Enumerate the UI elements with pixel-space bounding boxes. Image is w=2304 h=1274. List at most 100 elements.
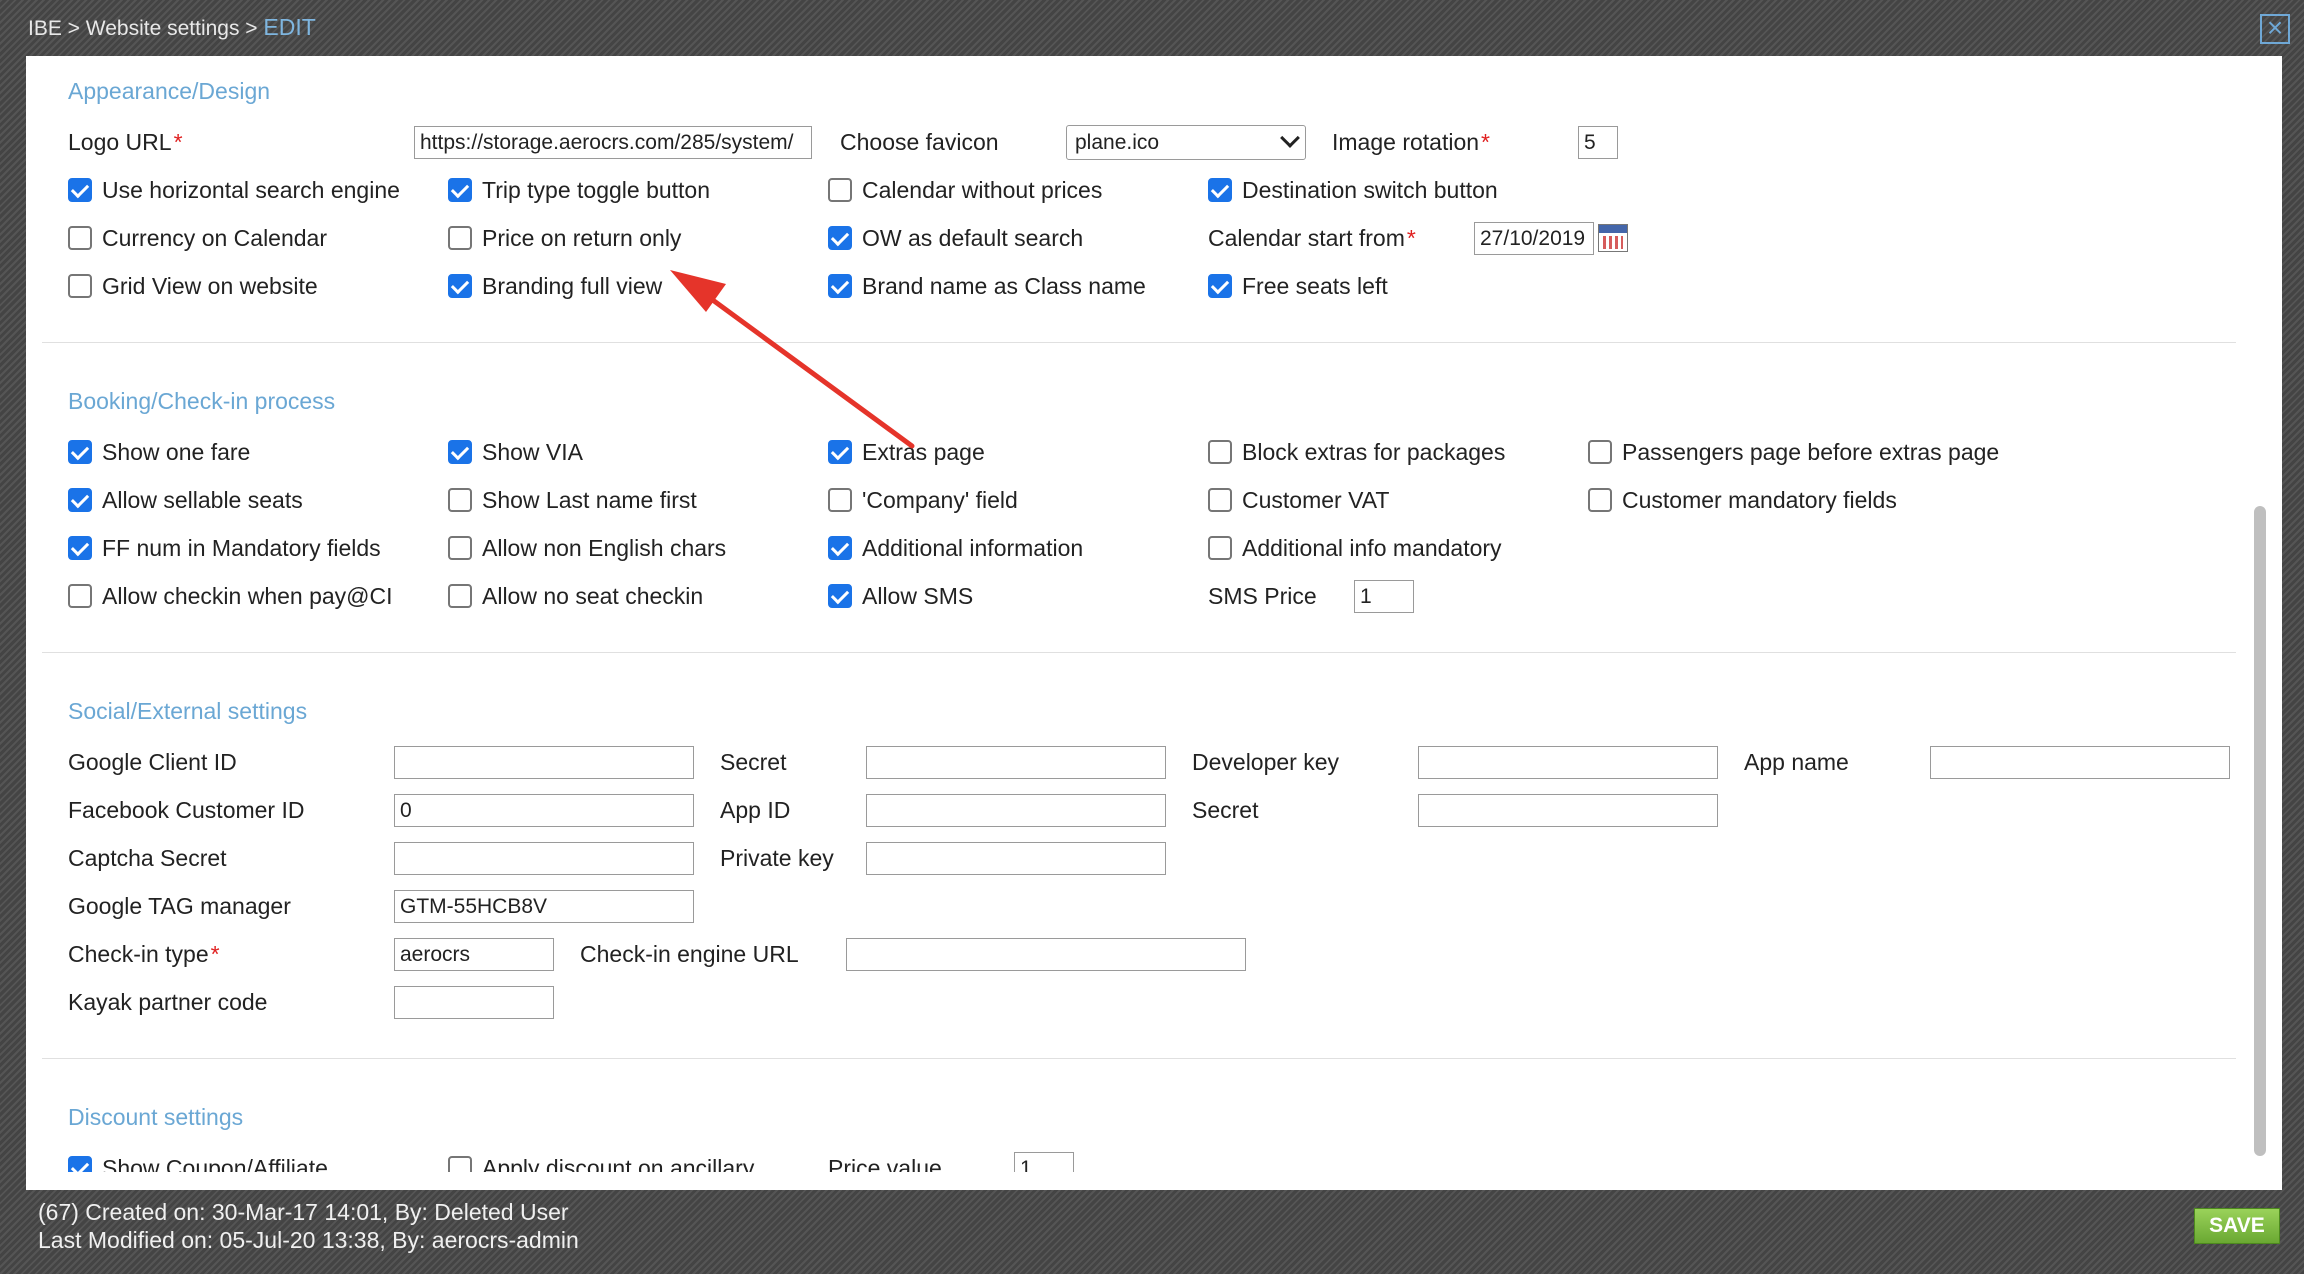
checkbox-allow-no-seat-checkin[interactable]: Allow no seat checkin [448, 576, 703, 616]
checkbox-box[interactable] [828, 584, 852, 608]
checkbox-box[interactable] [68, 178, 92, 202]
checkbox-trip-type-toggle[interactable]: Trip type toggle button [448, 170, 710, 210]
checkbox-box[interactable] [448, 274, 472, 298]
google-client-id-label: Google Client ID [68, 748, 237, 775]
booking-row-2: Allow sellable seats Show Last name firs… [26, 480, 2246, 520]
checkbox-customer-mandatory-fields[interactable]: Customer mandatory fields [1588, 480, 1897, 520]
checkbox-show-one-fare[interactable]: Show one fare [68, 432, 250, 472]
facebook-customer-id-input[interactable]: 0 [394, 794, 694, 827]
checkbox-destination-switch[interactable]: Destination switch button [1208, 170, 1498, 210]
app-name-input[interactable] [1930, 746, 2230, 779]
booking-row-4: Allow checkin when pay@CI Allow no seat … [26, 576, 2246, 616]
checkbox-extras-page[interactable]: Extras page [828, 432, 985, 472]
checkbox-box[interactable] [448, 226, 472, 250]
checkbox-ow-default-search[interactable]: OW as default search [828, 218, 1083, 258]
checkbox-box[interactable] [448, 488, 472, 512]
checkbox-box[interactable] [828, 536, 852, 560]
checkbox-box[interactable] [448, 178, 472, 202]
checkbox-allow-checkin-pay-ci[interactable]: Allow checkin when pay@CI [68, 576, 393, 616]
checkbox-box[interactable] [1208, 178, 1232, 202]
scrollbar-thumb[interactable] [2254, 506, 2266, 1156]
checkbox-passengers-before-extras[interactable]: Passengers page before extras page [1588, 432, 1999, 472]
checkbox-box[interactable] [68, 440, 92, 464]
sms-price-label: SMS Price [1208, 582, 1317, 609]
fb-secret-input[interactable] [1418, 794, 1718, 827]
checkbox-currency-on-calendar[interactable]: Currency on Calendar [68, 218, 327, 258]
app-name-label: App name [1744, 748, 1849, 775]
logo-url-input[interactable]: https://storage.aerocrs.com/285/system/ [414, 126, 812, 159]
checkbox-ff-num-mandatory[interactable]: FF num in Mandatory fields [68, 528, 381, 568]
kayak-input[interactable] [394, 986, 554, 1019]
checkbox-block-extras-packages[interactable]: Block extras for packages [1208, 432, 1505, 472]
checkin-type-input[interactable]: aerocrs [394, 938, 554, 971]
checkbox-additional-information[interactable]: Additional information [828, 528, 1083, 568]
checkbox-brand-name-class[interactable]: Brand name as Class name [828, 266, 1146, 306]
social-row-2: Facebook Customer ID 0 App ID Secret [26, 790, 2246, 830]
checkbox-box[interactable] [1208, 536, 1232, 560]
checkbox-box[interactable] [68, 488, 92, 512]
checkbox-free-seats-left[interactable]: Free seats left [1208, 266, 1388, 306]
checkbox-last-name-first[interactable]: Show Last name first [448, 480, 697, 520]
calendar-start-input[interactable]: 27/10/2019 [1474, 222, 1594, 255]
checkbox-box[interactable] [1208, 488, 1232, 512]
divider [42, 652, 2236, 653]
checkbox-box[interactable] [828, 274, 852, 298]
close-icon[interactable]: × [2260, 14, 2290, 44]
checkbox-show-via[interactable]: Show VIA [448, 432, 583, 472]
checkbox-box[interactable] [68, 226, 92, 250]
checkbox-box[interactable] [1588, 488, 1612, 512]
checkbox-box[interactable] [828, 178, 852, 202]
sms-price-input[interactable]: 1 [1354, 580, 1414, 613]
checkbox-box[interactable] [448, 536, 472, 560]
checkbox-show-coupon[interactable]: Show Coupon/Affiliate [68, 1148, 328, 1172]
appearance-row-3: Currency on Calendar Price on return onl… [26, 218, 2246, 258]
developer-key-input[interactable] [1418, 746, 1718, 779]
checkin-url-input[interactable] [846, 938, 1246, 971]
calendar-icon[interactable] [1598, 224, 1628, 252]
breadcrumb-path: IBE > Website settings > [28, 17, 264, 40]
google-client-id-input[interactable] [394, 746, 694, 779]
divider [42, 1058, 2236, 1059]
checkbox-company-field[interactable]: 'Company' field [828, 480, 1018, 520]
checkbox-box[interactable] [68, 274, 92, 298]
price-value-input[interactable]: 1 [1014, 1152, 1074, 1172]
captcha-secret-input[interactable] [394, 842, 694, 875]
checkbox-grid-view[interactable]: Grid View on website [68, 266, 318, 306]
checkbox-box[interactable] [68, 584, 92, 608]
checkbox-box[interactable] [448, 440, 472, 464]
checkbox-calendar-without-prices[interactable]: Calendar without prices [828, 170, 1102, 210]
secret-input[interactable] [866, 746, 1166, 779]
checkbox-box[interactable] [1208, 440, 1232, 464]
developer-key-label: Developer key [1192, 748, 1340, 775]
checkbox-box[interactable] [448, 584, 472, 608]
checkbox-use-horizontal-search[interactable]: Use horizontal search engine [68, 170, 400, 210]
app-id-input[interactable] [866, 794, 1166, 827]
checkbox-price-on-return-only[interactable]: Price on return only [448, 218, 681, 258]
checkbox-branding-full-view[interactable]: Branding full view [448, 266, 662, 306]
appearance-row-1: Logo URL * https://storage.aerocrs.com/28… [26, 122, 2246, 162]
favicon-select[interactable]: plane.ico [1066, 125, 1306, 160]
checkbox-allow-non-english[interactable]: Allow non English chars [448, 528, 726, 568]
gtm-label: Google TAG manager [68, 892, 291, 919]
checkbox-box[interactable] [828, 488, 852, 512]
checkbox-box[interactable] [448, 1156, 472, 1172]
private-key-input[interactable] [866, 842, 1166, 875]
edit-panel: Appearance/Design Logo URL * https://stor… [26, 56, 2282, 1190]
checkbox-allow-sms[interactable]: Allow SMS [828, 576, 973, 616]
checkbox-box[interactable] [1588, 440, 1612, 464]
checkbox-box[interactable] [828, 226, 852, 250]
image-rotation-input[interactable]: 5 [1578, 126, 1618, 159]
checkin-type-label: Check-in type * [68, 940, 220, 967]
calendar-start-label: Calendar start from * [1208, 224, 1416, 251]
save-button[interactable]: SAVE [2194, 1208, 2280, 1244]
gtm-input[interactable]: GTM-55HCB8V [394, 890, 694, 923]
checkbox-box[interactable] [68, 536, 92, 560]
checkbox-additional-info-mandatory[interactable]: Additional info mandatory [1208, 528, 1502, 568]
settings-form: Appearance/Design Logo URL * https://stor… [26, 56, 2246, 1172]
checkbox-box[interactable] [828, 440, 852, 464]
checkbox-box[interactable] [1208, 274, 1232, 298]
checkbox-allow-sellable-seats[interactable]: Allow sellable seats [68, 480, 303, 520]
checkbox-customer-vat[interactable]: Customer VAT [1208, 480, 1389, 520]
checkbox-box[interactable] [68, 1156, 92, 1172]
checkbox-apply-discount-ancillary[interactable]: Apply discount on ancillary [448, 1148, 754, 1172]
